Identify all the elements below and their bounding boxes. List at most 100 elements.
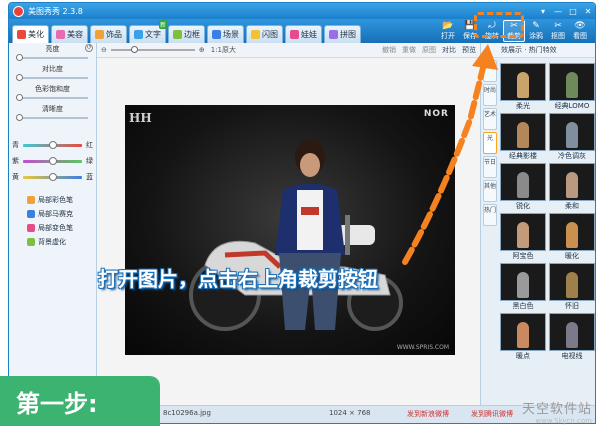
tab-7[interactable]: 娃娃 [285,25,322,43]
tab-8[interactable]: 拼图 [324,25,361,43]
effect-thumbnail [549,163,595,201]
tab-icon [251,30,260,39]
brush-label: 局部彩色笔 [38,196,73,204]
effect-label: 暖化 [565,252,579,260]
app-logo-icon [13,5,24,17]
brush-tool-0[interactable]: 局部彩色笔 [9,193,96,207]
effect-category-6[interactable]: 热门 [483,204,497,226]
effect-category-1[interactable]: 时尚 [483,84,497,106]
close-icon[interactable]: ✕ [581,5,595,17]
brush-tool-3[interactable]: 背景虚化 [9,235,96,249]
effect-category-0[interactable]: 影楼 [483,60,497,82]
actual-size-button[interactable]: 1:1原大 [211,45,236,55]
brightness-slider[interactable]: 亮度 ↺ [9,43,96,63]
doodle-button[interactable]: ✎ 涂鸦 [525,21,547,41]
effect-thumbnail [500,263,546,301]
brush-tool-1[interactable]: 局部马赛克 [9,207,96,221]
tab-label: 场景 [223,30,239,39]
original-button[interactable]: 原图 [422,45,436,55]
effect-item-5[interactable]: 柔和 [549,163,595,212]
effect-thumbnail [500,63,546,101]
tab-6[interactable]: 闪图 [246,25,283,43]
reset-icon[interactable]: ↺ [85,44,93,52]
redo-button[interactable]: 重做 [402,45,416,55]
effect-thumbnail [549,63,595,101]
effect-item-7[interactable]: 暖化 [549,213,595,262]
tab-icon [56,30,65,39]
tab-label: 美容 [67,30,83,39]
brush-tool-2[interactable]: 局部变色笔 [9,221,96,235]
saturation-slider[interactable]: 色彩饱和度 [9,83,96,103]
view-button[interactable]: 👁 看图 [569,21,591,41]
preview-button[interactable]: 预览 [462,45,476,55]
tab-label: 文字 [145,30,161,39]
tab-icon [329,30,338,39]
effect-label: 柔光 [516,102,530,110]
module-tabs: 美化 美容 饰品 文字新 边框 场景 闪图 娃娃 拼图 [9,20,363,43]
effect-item-10[interactable]: 暖点 [500,313,546,362]
effect-label: 锐化 [516,202,530,210]
effect-category-2[interactable]: 艺术 [483,108,497,130]
tab-2[interactable]: 饰品 [90,25,127,43]
maximize-icon[interactable]: □ [566,5,580,17]
effect-item-11[interactable]: 电视线 [549,313,595,362]
brush-icon [27,224,35,232]
effect-item-8[interactable]: 黑白色 [500,263,546,312]
tab-3[interactable]: 文字新 [129,20,167,43]
edited-photo: HH NOR WWW.SPRIS.COM [125,105,455,355]
zoom-slider[interactable] [110,46,195,53]
color-balance-slider-0[interactable]: 青红 [9,137,96,153]
effect-item-1[interactable]: 经典LOMO [549,63,595,112]
zoom-in-icon[interactable]: ⊕ [199,46,205,54]
tab-1[interactable]: 美容 [51,25,88,43]
effect-label: 柔和 [565,202,579,210]
effect-item-4[interactable]: 锐化 [500,163,546,212]
tab-icon [173,30,182,39]
status-filename: 8c10296a.jpg [163,409,211,417]
undo-button[interactable]: 撤销 [382,45,396,55]
minimize-icon[interactable]: — [551,5,565,17]
color-balance-slider-1[interactable]: 紫绿 [9,153,96,169]
site-watermark: 天空软件站 www.Skycn.com [522,398,592,425]
contrast-slider[interactable]: 对比度 [9,63,96,83]
tab-0[interactable]: 美化 [12,25,49,43]
sharpness-slider[interactable]: 清晰度 [9,103,96,123]
brush-icon [27,196,35,204]
settings-icon[interactable]: ▾ [536,5,550,17]
effect-category-4[interactable]: 节日 [483,156,497,178]
brush-label: 背景虚化 [38,238,66,246]
color-right-label: 蓝 [86,173,93,181]
effect-item-9[interactable]: 怀旧 [549,263,595,312]
tab-label: 边框 [184,30,200,39]
instruction-caption: 打开图片，点击右上角裁剪按钮 [98,267,378,291]
tab-label: 娃娃 [301,30,317,39]
color-right-label: 红 [86,141,93,149]
doodle-label: 涂鸦 [529,32,543,40]
cutout-label: 抠图 [551,32,565,40]
effect-item-0[interactable]: 柔光 [500,63,546,112]
tab-4[interactable]: 边框 [168,25,205,43]
effect-label: 怀旧 [565,302,579,310]
brush-label: 局部马赛克 [38,210,73,218]
color-left-label: 紫 [12,157,19,165]
color-balance-slider-2[interactable]: 黄蓝 [9,169,96,185]
effect-category-5[interactable]: 其他 [483,180,497,202]
share-sina-weibo-link[interactable]: 发到新浪微博 [407,409,449,419]
open-button[interactable]: 📂 打开 [437,21,459,41]
effect-item-2[interactable]: 经典影楼 [500,113,546,162]
effect-label: 冷色调灰 [558,152,586,160]
tab-5[interactable]: 场景 [207,25,244,43]
crop-highlight-box [474,12,524,38]
compare-button[interactable]: 对比 [442,45,456,55]
open-icon: 📂 [442,21,454,31]
share-tencent-weibo-link[interactable]: 发到腾讯微博 [471,409,513,419]
effects-header: 效展示 · 热门特效 [481,43,595,58]
site-url: www.Skycn.com [535,417,592,425]
zoom-out-icon[interactable]: ⊖ [101,46,107,54]
window-controls: ▾ — □ ✕ [535,5,595,17]
effect-item-6[interactable]: 阿宝色 [500,213,546,262]
effect-category-3[interactable]: 光 [483,132,497,154]
cutout-button[interactable]: ✂ 抠图 [547,21,569,41]
effect-categories: 影楼 时尚 艺术光节日 其他 热门 [483,60,497,228]
effect-item-3[interactable]: 冷色调灰 [549,113,595,162]
